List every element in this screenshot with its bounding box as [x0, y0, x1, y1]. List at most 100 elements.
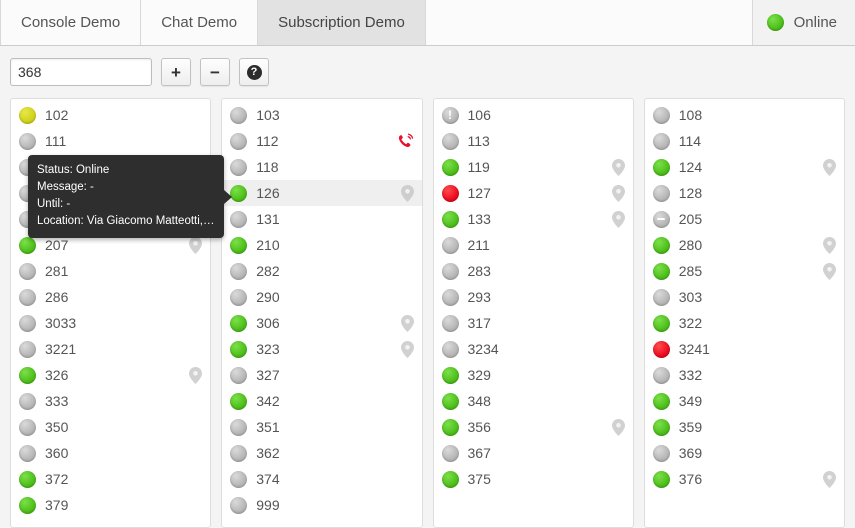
presence-indicator-offline: [19, 419, 36, 436]
extension-label: 210: [256, 237, 279, 253]
subscription-row[interactable]: 3234: [434, 336, 633, 362]
tooltip-line-until: Until: -: [37, 196, 215, 213]
subscription-row[interactable]: 118: [222, 154, 421, 180]
tab-subscription-demo[interactable]: Subscription Demo: [258, 0, 426, 45]
subscription-row[interactable]: 332: [645, 362, 844, 388]
extension-label: 350: [45, 419, 68, 435]
extension-label: 205: [679, 211, 702, 227]
extension-label: 207: [45, 237, 68, 253]
subscription-row[interactable]: 372: [11, 466, 210, 492]
subscription-row[interactable]: 374: [222, 466, 421, 492]
presence-indicator-away: [19, 107, 36, 124]
subscription-row[interactable]: 349: [645, 388, 844, 414]
location-pin-icon: [612, 159, 625, 176]
subscription-row[interactable]: 285: [645, 258, 844, 284]
tab-chat-demo[interactable]: Chat Demo: [141, 0, 258, 45]
subscription-row[interactable]: 375: [434, 466, 633, 492]
subscription-row[interactable]: 283: [434, 258, 633, 284]
subscription-row[interactable]: 210: [222, 232, 421, 258]
subscription-row[interactable]: 281: [11, 258, 210, 284]
subscription-row[interactable]: 290: [222, 284, 421, 310]
subscription-row[interactable]: 322: [645, 310, 844, 336]
row-icons: [397, 133, 414, 150]
location-pin-icon: [612, 185, 625, 202]
subscription-row[interactable]: 303: [645, 284, 844, 310]
tab-console-demo[interactable]: Console Demo: [0, 0, 141, 45]
presence-indicator-offline: [230, 211, 247, 228]
subscription-row[interactable]: 351: [222, 414, 421, 440]
presence-indicator-offline: [230, 107, 247, 124]
subscription-row[interactable]: 113: [434, 128, 633, 154]
extension-label: 332: [679, 367, 702, 383]
subscription-row[interactable]: 999: [222, 492, 421, 518]
subscription-row[interactable]: 360: [11, 440, 210, 466]
extension-label: 317: [468, 315, 491, 331]
extension-label: 111: [45, 133, 66, 149]
row-icons: [189, 367, 202, 384]
subscription-row[interactable]: 111: [11, 128, 210, 154]
connection-status[interactable]: Online: [753, 0, 855, 45]
presence-indicator-offline: [19, 445, 36, 462]
subscription-row[interactable]: 362: [222, 440, 421, 466]
extension-label: 3033: [45, 315, 76, 331]
subscription-row[interactable]: 369: [645, 440, 844, 466]
presence-indicator-offline: [230, 289, 247, 306]
subscription-row[interactable]: 376: [645, 466, 844, 492]
subscription-row[interactable]: 329: [434, 362, 633, 388]
subscription-row[interactable]: 359: [645, 414, 844, 440]
subscription-row[interactable]: 126: [222, 180, 421, 206]
add-subscription-button[interactable]: +: [161, 58, 191, 86]
tab-bar: Console Demo Chat Demo Subscription Demo…: [0, 0, 855, 46]
subscription-row[interactable]: 112: [222, 128, 421, 154]
subscription-row[interactable]: 124: [645, 154, 844, 180]
row-icons: [401, 315, 414, 332]
remove-subscription-button[interactable]: −: [200, 58, 230, 86]
presence-indicator-online: [230, 315, 247, 332]
subscription-row[interactable]: 356: [434, 414, 633, 440]
presence-indicator-online: [653, 393, 670, 410]
subscription-row[interactable]: 3033: [11, 310, 210, 336]
subscription-row[interactable]: 323: [222, 336, 421, 362]
location-pin-icon: [823, 159, 836, 176]
subscription-row[interactable]: 102: [11, 102, 210, 128]
subscription-row[interactable]: 350: [11, 414, 210, 440]
subscription-row[interactable]: 114: [645, 128, 844, 154]
subscription-row[interactable]: 103: [222, 102, 421, 128]
subscription-row[interactable]: 326: [11, 362, 210, 388]
subscription-row[interactable]: 128: [645, 180, 844, 206]
subscription-row[interactable]: 131: [222, 206, 421, 232]
subscription-row[interactable]: 286: [11, 284, 210, 310]
help-button[interactable]: ?: [239, 58, 269, 86]
extension-label: 351: [256, 419, 279, 435]
subscription-row[interactable]: 133: [434, 206, 633, 232]
presence-indicator-offline: [230, 159, 247, 176]
subscription-row[interactable]: 327: [222, 362, 421, 388]
presence-indicator-offline: [442, 341, 459, 358]
subscription-row[interactable]: 367: [434, 440, 633, 466]
subscription-row[interactable]: 333: [11, 388, 210, 414]
subscription-row[interactable]: 306: [222, 310, 421, 336]
subscription-row[interactable]: 348: [434, 388, 633, 414]
minus-icon: −: [210, 64, 220, 81]
subscription-row[interactable]: 127: [434, 180, 633, 206]
presence-indicator-online: [442, 367, 459, 384]
subscription-row[interactable]: 342: [222, 388, 421, 414]
subscription-row[interactable]: 108: [645, 102, 844, 128]
subscription-row[interactable]: 317: [434, 310, 633, 336]
subscription-row[interactable]: !106: [434, 102, 633, 128]
extension-label: 327: [256, 367, 279, 383]
extension-search-input[interactable]: [10, 58, 152, 86]
subscription-row[interactable]: 119: [434, 154, 633, 180]
extension-label: 126: [256, 185, 279, 201]
subscription-row[interactable]: 293: [434, 284, 633, 310]
subscription-row[interactable]: 280: [645, 232, 844, 258]
subscription-row[interactable]: 3241: [645, 336, 844, 362]
subscription-row[interactable]: 211: [434, 232, 633, 258]
presence-indicator-online: [230, 185, 247, 202]
subscription-column-4: 108114124128 205 2802853033223241 332 349359…: [644, 98, 845, 528]
subscription-row[interactable]: 282: [222, 258, 421, 284]
subscription-row[interactable]: 379: [11, 492, 210, 518]
presence-indicator-offline: [230, 419, 247, 436]
subscription-row[interactable]: 3221: [11, 336, 210, 362]
subscription-row[interactable]: 205: [645, 206, 844, 232]
